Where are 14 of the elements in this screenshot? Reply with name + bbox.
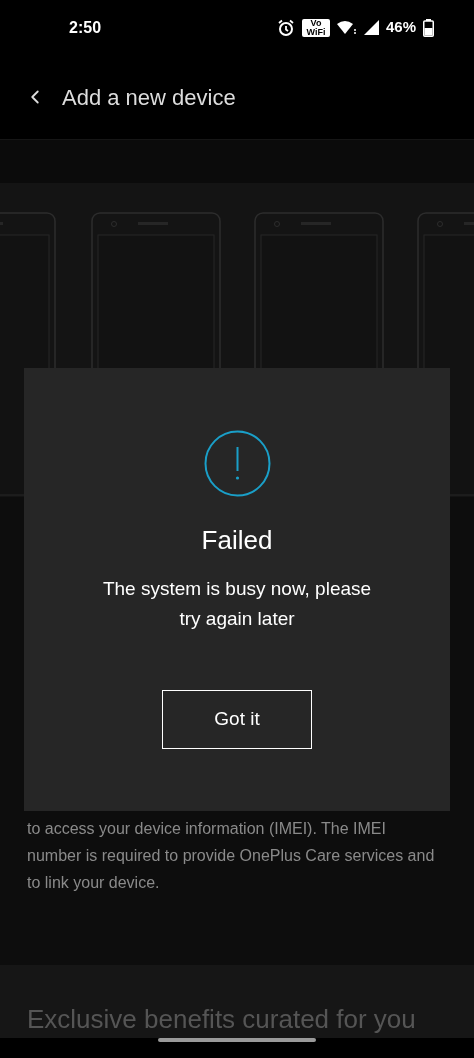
vowifi-icon: Vo WiFi [301,18,330,37]
dialog-title: Failed [201,524,273,556]
page-title: Add a new device [62,83,236,112]
imei-paragraph: to access your device information (IMEI). The IMEI number is required to provide OnePlus Care services and to link your device. [27,819,436,893]
signal-icon [363,20,379,35]
status-time: 2:50 [69,17,102,38]
warning-icon [203,430,271,497]
section-heading: Exclusive benefits curated for you [27,1003,417,1035]
battery-icon [423,18,434,37]
got-it-button[interactable]: Got it [162,690,312,749]
wifi-icon [336,20,357,35]
alarm-icon [276,18,295,37]
battery-percentage: 46% [385,17,416,38]
dialog-message: The system is busy now, please try again later [101,577,373,631]
